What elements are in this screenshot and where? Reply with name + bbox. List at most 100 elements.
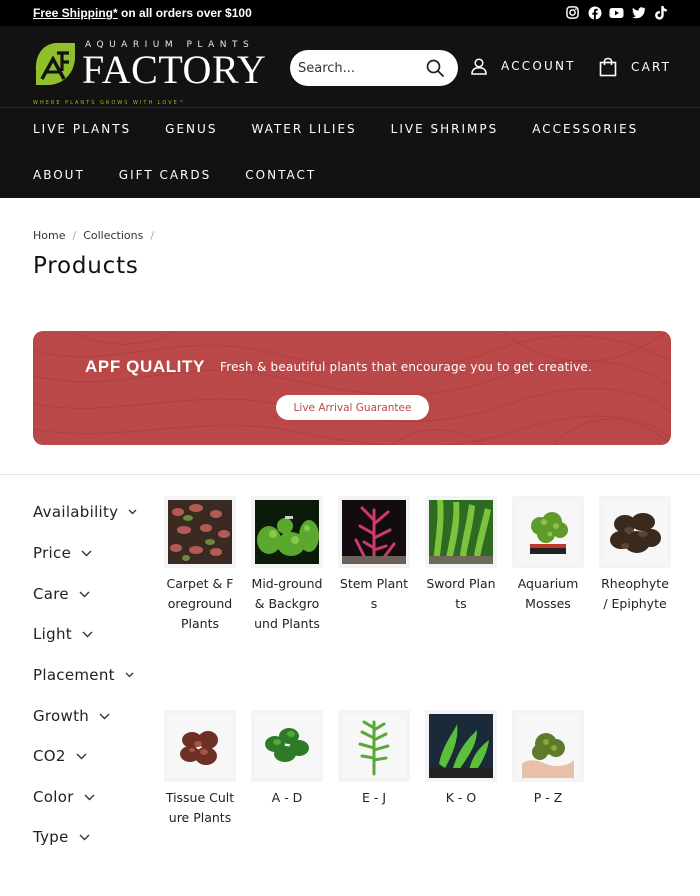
search-icon[interactable] <box>426 59 444 77</box>
nav-gift-cards[interactable]: GIFT CARDS <box>119 168 211 182</box>
category-midground-background[interactable]: Mid-ground & Background Plants <box>251 496 323 634</box>
breadcrumb: Home / Collections / <box>33 229 161 242</box>
category-sword-plants[interactable]: Sword Plants <box>425 496 497 614</box>
breadcrumb-collections[interactable]: Collections <box>83 229 143 242</box>
category-image <box>425 710 497 782</box>
category-label: Tissue Culture Plants <box>165 790 235 825</box>
nav-accessories[interactable]: ACCESSORIES <box>532 122 638 136</box>
breadcrumb-separator: / <box>150 229 155 242</box>
nav-live-plants[interactable]: LIVE PLANTS <box>33 122 131 136</box>
header-divider <box>0 107 700 108</box>
tiktok-icon[interactable] <box>653 5 668 20</box>
category-image <box>512 496 584 568</box>
quality-banner: APF QUALITY Fresh & beautiful plants tha… <box>33 331 671 445</box>
site-logo[interactable]: AQUARIUM PLANTS FACTORY WHERE PLANTS GRO… <box>33 39 273 106</box>
main-nav-row-1: LIVE PLANTS GENUS WATER LILIES LIVE SHRI… <box>33 122 672 136</box>
filter-label: Color <box>33 788 74 806</box>
chevron-down-icon <box>79 591 90 597</box>
category-e-j[interactable]: E - J <box>338 710 410 808</box>
category-label: Sword Plants <box>426 576 496 611</box>
chevron-down-icon <box>99 713 110 719</box>
category-image <box>425 496 497 568</box>
category-label: A - D <box>271 790 303 805</box>
nav-contact[interactable]: CONTACT <box>245 168 316 182</box>
filter-label: Price <box>33 544 72 562</box>
filter-label: Placement <box>33 666 115 684</box>
category-image <box>164 496 236 568</box>
category-carpet-foreground[interactable]: Carpet & Foreground Plants <box>164 496 236 634</box>
filter-label: CO2 <box>33 747 66 765</box>
nav-genus[interactable]: GENUS <box>165 122 217 136</box>
category-aquarium-mosses[interactable]: Aquarium Mosses <box>512 496 584 614</box>
chevron-down-icon <box>81 550 92 556</box>
account-label: ACCOUNT <box>501 59 576 73</box>
category-label: K - O <box>445 790 477 805</box>
free-shipping-link[interactable]: Free Shipping* <box>33 6 118 20</box>
cart-link[interactable]: CART <box>598 57 671 77</box>
chevron-down-icon <box>79 834 90 840</box>
filter-availability[interactable]: Availability <box>33 503 137 521</box>
breadcrumb-separator: / <box>72 229 77 242</box>
filter-label: Care <box>33 585 69 603</box>
nav-water-lilies[interactable]: WATER LILIES <box>251 122 356 136</box>
page-title: Products <box>33 253 139 279</box>
category-image <box>164 710 236 782</box>
shopping-bag-icon <box>599 57 617 77</box>
chevron-down-icon <box>128 509 137 515</box>
category-image <box>251 710 323 782</box>
filter-co2[interactable]: CO2 <box>33 747 87 765</box>
live-arrival-button[interactable]: Live Arrival Guarantee <box>276 395 429 420</box>
category-image <box>599 496 671 568</box>
cart-label: CART <box>631 60 672 74</box>
nav-about[interactable]: ABOUT <box>33 168 85 182</box>
category-tissue-culture[interactable]: Tissue Culture Plants <box>164 710 236 828</box>
filter-price[interactable]: Price <box>33 544 92 562</box>
category-rheophyte-epiphyte[interactable]: Rheophyte / Epiphyte <box>599 496 671 614</box>
category-image <box>338 710 410 782</box>
breadcrumb-home[interactable]: Home <box>33 229 65 242</box>
announcement-bar: Free Shipping* on all orders over $100 <box>0 0 700 26</box>
category-label: Rheophyte / Epiphyte <box>601 576 669 611</box>
nav-live-shrimps[interactable]: LIVE SHRIMPS <box>391 122 499 136</box>
chevron-down-icon <box>125 672 134 678</box>
filter-color[interactable]: Color <box>33 788 95 806</box>
chevron-down-icon <box>82 631 93 637</box>
filter-care[interactable]: Care <box>33 585 90 603</box>
filter-placement[interactable]: Placement <box>33 666 134 684</box>
main-nav-row-2: ABOUT GIFT CARDS CONTACT <box>33 168 350 182</box>
site-header: AQUARIUM PLANTS FACTORY WHERE PLANTS GRO… <box>0 26 700 198</box>
category-stem-plants[interactable]: Stem Plants <box>338 496 410 614</box>
category-image <box>338 496 410 568</box>
category-label: Aquarium Mosses <box>517 576 579 611</box>
filter-growth[interactable]: Growth <box>33 707 110 725</box>
category-k-o[interactable]: K - O <box>425 710 497 808</box>
search-input[interactable] <box>298 57 422 79</box>
chevron-down-icon <box>76 753 87 759</box>
filter-label: Availability <box>33 503 119 521</box>
category-label: E - J <box>361 790 387 805</box>
banner-heading: APF QUALITY <box>85 357 205 376</box>
account-link[interactable]: ACCOUNT <box>470 57 576 75</box>
category-a-d[interactable]: A - D <box>251 710 323 808</box>
filter-label: Type <box>33 828 69 846</box>
social-links <box>565 5 668 20</box>
category-label: P - Z <box>533 790 563 805</box>
youtube-icon[interactable] <box>609 5 624 20</box>
instagram-icon[interactable] <box>565 5 580 20</box>
search-box <box>290 50 458 86</box>
category-image <box>251 496 323 568</box>
category-label: Stem Plants <box>339 576 409 611</box>
filter-type[interactable]: Type <box>33 828 90 846</box>
category-p-z[interactable]: P - Z <box>512 710 584 808</box>
filter-light[interactable]: Light <box>33 625 93 643</box>
logo-tagline: WHERE PLANTS GROWS WITH LOVE™ <box>33 100 186 106</box>
topographic-pattern <box>33 331 671 445</box>
category-label: Carpet & Foreground Plants <box>166 576 234 631</box>
twitter-icon[interactable] <box>631 5 646 20</box>
leaf-logo-icon <box>35 43 75 85</box>
facebook-icon[interactable] <box>587 5 602 20</box>
logo-main-text: FACTORY <box>82 47 267 92</box>
category-image <box>512 710 584 782</box>
user-icon <box>471 58 487 75</box>
shipping-promo: Free Shipping* on all orders over $100 <box>33 6 252 20</box>
